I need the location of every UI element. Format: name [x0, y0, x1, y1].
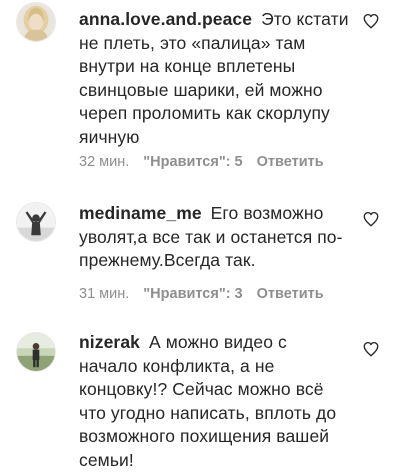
- comment-body: nizerak А можно видео с начало конфликта…: [79, 331, 349, 472]
- avatar[interactable]: [16, 2, 56, 42]
- avatar[interactable]: [16, 332, 56, 372]
- avatar-outdoor-person-icon: [17, 333, 55, 371]
- comment-meta: 31 мин. "Нравится": 3 Ответить: [79, 286, 334, 302]
- comment-username[interactable]: anna.love.and.peace: [79, 9, 252, 29]
- comment-username[interactable]: mediname_me: [79, 203, 202, 223]
- comment-body: anna.love.and.peace Это кстати не плеть,…: [79, 8, 349, 149]
- comment-username[interactable]: nizerak: [79, 332, 140, 352]
- like-button[interactable]: [362, 12, 380, 30]
- comment-time[interactable]: 32 мин.: [79, 154, 129, 170]
- comment-time[interactable]: 31 мин.: [79, 286, 129, 302]
- reply-button[interactable]: Ответить: [257, 286, 324, 302]
- heart-outline-icon: [363, 341, 379, 357]
- comment-body: mediname_me Его возможно уволят,а все та…: [79, 202, 349, 273]
- avatar-silhouette-icon: [17, 203, 55, 241]
- comment-likes-count[interactable]: "Нравится": 5: [143, 154, 242, 170]
- comment-text: А можно видео с начало конфликта, а не к…: [79, 332, 337, 470]
- heart-outline-icon: [363, 211, 379, 227]
- like-button[interactable]: [362, 340, 380, 358]
- reply-button[interactable]: Ответить: [257, 154, 324, 170]
- avatar[interactable]: [16, 202, 56, 242]
- comment-meta: 32 мин. "Нравится": 5 Ответить: [79, 154, 334, 170]
- heart-outline-icon: [363, 13, 379, 29]
- avatar-blonde-woman-icon: [17, 3, 55, 41]
- comment-text: Это кстати не плеть, это «палица» там вн…: [79, 9, 349, 147]
- like-button[interactable]: [362, 210, 380, 228]
- comment-likes-count[interactable]: "Нравится": 3: [143, 286, 242, 302]
